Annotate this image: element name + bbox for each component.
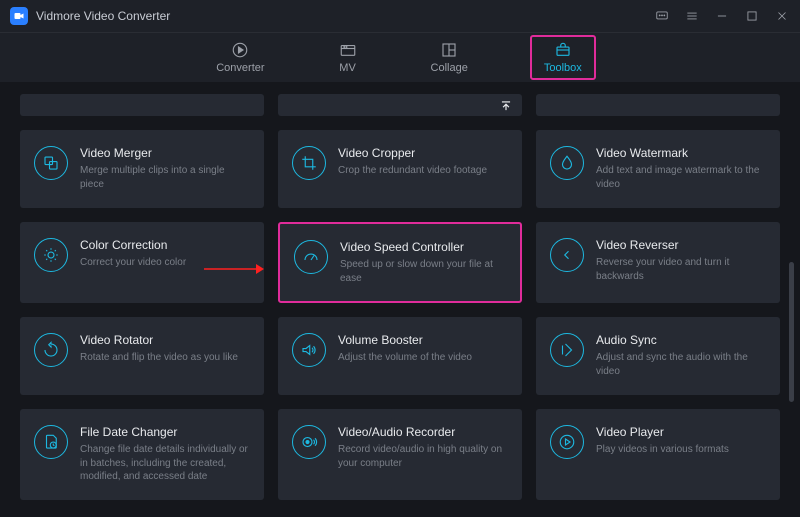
card-desc: Reverse your video and turn it backwards (596, 256, 766, 283)
card-video-player[interactable]: Video Player Play videos in various forma… (536, 409, 780, 500)
card-desc: Merge multiple clips into a single piece (80, 164, 250, 191)
card-desc: Crop the redundant video footage (338, 164, 508, 178)
card-title: Video Speed Controller (340, 240, 506, 254)
card-desc: Adjust and sync the audio with the video (596, 351, 766, 378)
speed-icon (294, 240, 328, 274)
card-video-rotator[interactable]: Video Rotator Rotate and flip the video a… (20, 317, 264, 395)
player-icon (550, 425, 584, 459)
card-video-merger[interactable]: Video Merger Merge multiple clips into a … (20, 130, 264, 208)
nav-mv-label: MV (339, 62, 356, 74)
nav-toolbox[interactable]: Toolbox (530, 35, 596, 80)
card-title: Video Cropper (338, 146, 508, 160)
reverser-icon (550, 238, 584, 272)
card-video-speed-controller[interactable]: Video Speed Controller Speed up or slow d… (278, 222, 522, 303)
card-title: Video Rotator (80, 333, 250, 347)
card-title: File Date Changer (80, 425, 250, 439)
card-video-cropper[interactable]: Video Cropper Crop the redundant video fo… (278, 130, 522, 208)
card-desc: Adjust the volume of the video (338, 351, 508, 365)
collapse-icon[interactable] (499, 99, 513, 118)
cropper-icon (292, 146, 326, 180)
nav-toolbox-label: Toolbox (544, 62, 582, 74)
date-icon (34, 425, 68, 459)
card-title: Video/Audio Recorder (338, 425, 508, 439)
card-video-watermark[interactable]: Video Watermark Add text and image waterm… (536, 130, 780, 208)
card-title: Color Correction (80, 238, 250, 252)
content-area: Video Merger Merge multiple clips into a … (0, 82, 800, 517)
sync-icon (550, 333, 584, 367)
card-volume-booster[interactable]: Volume Booster Adjust the volume of the v… (278, 317, 522, 395)
card-desc: Rotate and flip the video as you like (80, 351, 250, 365)
nav-mv[interactable]: MV (327, 37, 369, 78)
card-desc: Correct your video color (80, 256, 250, 270)
card-stub[interactable] (20, 94, 264, 116)
card-title: Video Merger (80, 146, 250, 160)
card-title: Volume Booster (338, 333, 508, 347)
nav-converter-label: Converter (216, 62, 264, 74)
minimize-icon[interactable] (714, 8, 730, 24)
card-desc: Speed up or slow down your file at ease (340, 258, 506, 285)
card-desc: Add text and image watermark to the vide… (596, 164, 766, 191)
card-desc: Change file date details individually or… (80, 443, 250, 484)
feedback-icon[interactable] (654, 8, 670, 24)
card-stub[interactable] (536, 94, 780, 116)
card-color-correction[interactable]: Color Correction Correct your video color (20, 222, 264, 303)
card-title: Video Reverser (596, 238, 766, 252)
maximize-icon[interactable] (744, 8, 760, 24)
titlebar: Vidmore Video Converter (0, 0, 800, 32)
card-desc: Record video/audio in high quality on yo… (338, 443, 508, 470)
card-video-audio-recorder[interactable]: Video/Audio Recorder Record video/audio i… (278, 409, 522, 500)
card-audio-sync[interactable]: Audio Sync Adjust and sync the audio with… (536, 317, 780, 395)
window-controls (654, 8, 790, 24)
nav-collage-label: Collage (431, 62, 468, 74)
navbar: Converter MV Collage Toolbox (0, 32, 800, 82)
volume-icon (292, 333, 326, 367)
card-video-reverser[interactable]: Video Reverser Reverse your video and tur… (536, 222, 780, 303)
card-file-date-changer[interactable]: File Date Changer Change file date detail… (20, 409, 264, 500)
nav-converter[interactable]: Converter (204, 37, 276, 78)
merger-icon (34, 146, 68, 180)
card-stub[interactable] (278, 94, 522, 116)
scrollbar[interactable] (789, 262, 794, 402)
card-title: Video Player (596, 425, 766, 439)
close-icon[interactable] (774, 8, 790, 24)
card-title: Audio Sync (596, 333, 766, 347)
color-icon (34, 238, 68, 272)
nav-collage[interactable]: Collage (419, 37, 480, 78)
rotator-icon (34, 333, 68, 367)
app-logo (10, 7, 28, 25)
watermark-icon (550, 146, 584, 180)
card-title: Video Watermark (596, 146, 766, 160)
card-desc: Play videos in various formats (596, 443, 766, 457)
recorder-icon (292, 425, 326, 459)
app-title: Vidmore Video Converter (36, 9, 170, 23)
menu-icon[interactable] (684, 8, 700, 24)
